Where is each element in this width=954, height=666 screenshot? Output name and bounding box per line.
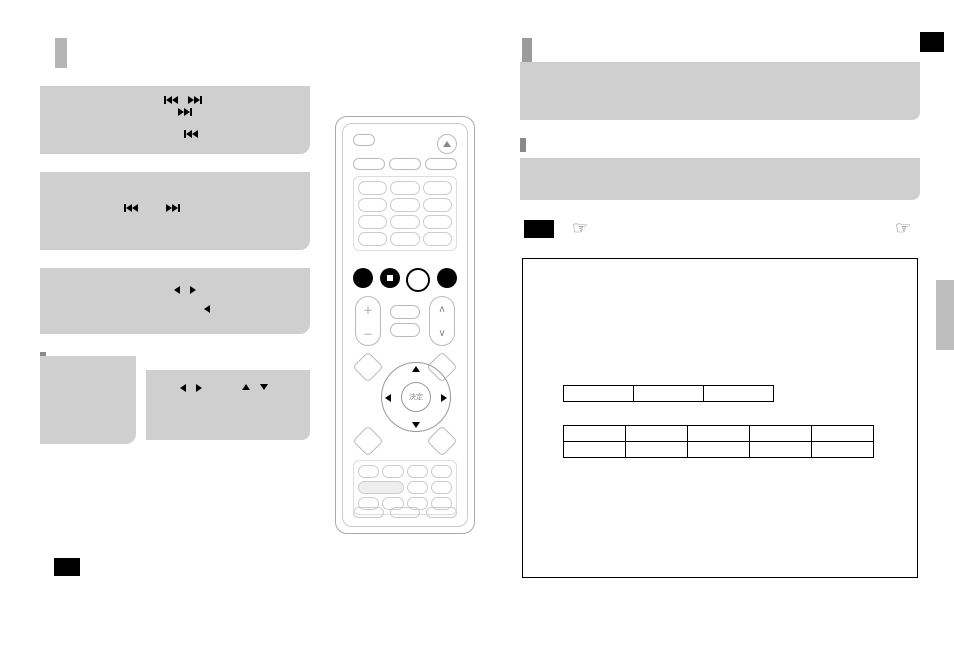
skip-icons-row — [164, 96, 300, 104]
remote-key — [358, 232, 387, 246]
remote-play-pause-button — [406, 268, 430, 292]
remote-footer-row — [353, 507, 457, 518]
section-2 — [40, 172, 310, 250]
black-label-box — [524, 220, 554, 238]
remote-numpad — [353, 176, 457, 251]
remote-button — [390, 323, 420, 337]
remote-dpad: 決定 — [357, 356, 453, 452]
remote-key — [390, 198, 419, 212]
right-box-1 — [520, 62, 920, 120]
section-4 — [40, 352, 310, 444]
table-row — [564, 426, 874, 442]
remote-control-illustration: ＋－ ∧∨ 決定 — [335, 116, 475, 534]
remote-button — [431, 481, 452, 494]
hand-icon: ☞ — [572, 218, 588, 239]
remote-key — [390, 181, 419, 195]
skip-next-icon — [188, 96, 202, 104]
remote-button — [358, 465, 379, 478]
remote-corner-button — [352, 425, 383, 456]
info-panel — [522, 258, 918, 578]
remote-corner-button — [352, 351, 383, 382]
table-row — [564, 442, 874, 458]
page-corner-marker — [920, 32, 944, 52]
remote-key — [423, 215, 452, 229]
up-arrow-icon — [242, 384, 250, 390]
channel-rocker: ∧∨ — [429, 296, 455, 346]
right-box-2 — [520, 158, 920, 200]
hand-icon: ☞ — [895, 218, 942, 239]
remote-mid-pills — [390, 305, 420, 337]
remote-key — [358, 215, 387, 229]
section-box-1 — [40, 86, 310, 154]
remote-volume-channel: ＋－ ∧∨ — [355, 296, 455, 346]
section-1 — [40, 86, 310, 154]
remote-corner-button — [426, 425, 457, 456]
right-arrow-icon — [190, 286, 196, 294]
remote-play-row — [353, 268, 457, 292]
eject-icon — [443, 141, 451, 147]
remote-skip-next-button — [437, 268, 457, 288]
remote-button — [426, 507, 457, 518]
remote-button — [390, 305, 420, 319]
remote-button — [407, 465, 428, 478]
remote-inner: ＋－ ∧∨ 決定 — [342, 123, 468, 527]
remote-key — [423, 198, 452, 212]
skip-next-icon — [166, 204, 180, 212]
section-box-4b — [146, 370, 310, 440]
footer-black-box — [54, 558, 80, 576]
dpad-right-icon — [441, 394, 447, 402]
remote-button — [353, 134, 375, 146]
remote-key — [358, 198, 387, 212]
left-arrow-icon — [180, 384, 186, 392]
black-hand-row: ☞ — [520, 218, 920, 239]
left-column — [40, 30, 310, 462]
left-arrow-icon — [174, 286, 180, 294]
skip-previous-icon — [164, 96, 178, 104]
remote-key — [423, 181, 452, 195]
dpad-left-icon — [385, 394, 391, 402]
remote-button — [358, 481, 404, 494]
section-box-3 — [40, 268, 310, 334]
remote-key — [390, 215, 419, 229]
remote-key — [358, 181, 387, 195]
remote-button — [407, 481, 428, 494]
dpad-up-icon — [412, 366, 420, 372]
section-box-2 — [40, 172, 310, 250]
skip-previous-icon — [184, 130, 198, 138]
remote-key — [423, 232, 452, 246]
down-arrow-icon — [260, 384, 268, 390]
section-box-4a — [40, 356, 136, 444]
eject-button — [437, 134, 457, 154]
skip-next-icon-row — [178, 108, 300, 116]
remote-button — [431, 465, 452, 478]
remote-button — [390, 507, 421, 518]
table-1 — [563, 385, 774, 402]
left-arrow-icon — [204, 305, 210, 313]
remote-stop-button — [380, 268, 400, 288]
remote-button — [382, 465, 403, 478]
right-column: ☞ — [520, 30, 920, 239]
remote-button — [425, 158, 457, 170]
remote-top-row — [353, 134, 457, 154]
table-row — [564, 386, 774, 402]
remote-button — [353, 507, 384, 518]
skip-previous-icon-row — [184, 130, 300, 138]
page-edge-tab — [936, 280, 954, 350]
remote-skip-prev-button — [353, 268, 373, 288]
section-bar — [520, 138, 526, 152]
right-arrow-icon — [196, 384, 202, 392]
table-2 — [563, 425, 874, 458]
remote-button — [389, 158, 421, 170]
skip-previous-icon — [124, 204, 138, 212]
remote-key — [390, 232, 419, 246]
dpad-ok-button: 決定 — [401, 382, 431, 412]
section-3 — [40, 268, 310, 334]
stop-icon — [387, 275, 393, 281]
remote-row-2 — [353, 158, 457, 170]
volume-rocker: ＋－ — [355, 296, 381, 346]
dpad-down-icon — [412, 422, 420, 428]
remote-button — [353, 158, 385, 170]
skip-next-icon — [178, 108, 192, 116]
